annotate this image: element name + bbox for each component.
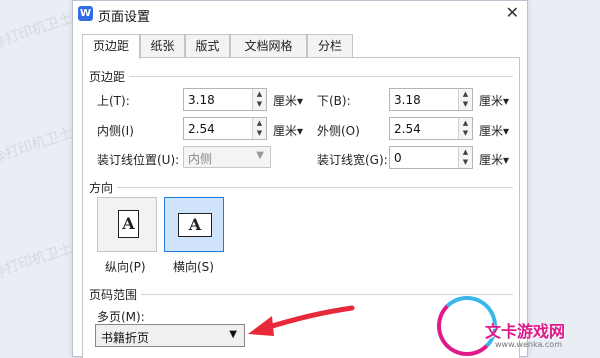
section-title-page-range: 页码范围 (89, 288, 138, 302)
divider (129, 76, 513, 77)
tab-document-grid[interactable]: 文档网格 (230, 34, 307, 58)
landscape-page-icon: A (178, 213, 212, 237)
unit-dropdown[interactable]: 厘米▾ (479, 151, 509, 168)
dialog-title: 页面设置 (98, 10, 151, 25)
top-margin-value: 3.18 (188, 93, 215, 107)
unit-dropdown[interactable]: 厘米▾ (273, 92, 303, 109)
multiple-pages-label: 多页(M): (97, 310, 145, 324)
watermark: @打印机卫士 (0, 240, 75, 282)
portrait-label: 纵向(P) (105, 260, 146, 274)
watermark: @打印机卫士 (0, 125, 75, 167)
wps-writer-icon: W (78, 6, 93, 21)
section-title-margins: 页边距 (89, 70, 126, 84)
chevron-down-icon: ▼ (229, 329, 237, 340)
spin-arrows[interactable]: ▲ ▼ (458, 89, 472, 110)
inner-margin-value: 2.54 (188, 122, 215, 136)
divider (141, 294, 513, 295)
gutter-position-value: 内侧 (188, 152, 213, 166)
gutter-position-select[interactable]: 内侧 ▼ (183, 146, 271, 168)
top-margin-input[interactable]: 3.18 ▲ ▼ (183, 88, 267, 111)
site-logo-url: www.wenka.com (495, 340, 562, 349)
spin-arrows[interactable]: ▲ ▼ (458, 118, 472, 139)
arrow-head (248, 316, 274, 336)
title-bar: W 页面设置 ✕ (73, 1, 527, 27)
portrait-page-icon: A (118, 210, 139, 238)
annotation-arrow-icon (248, 305, 355, 336)
multiple-pages-value: 书籍折页 (101, 331, 150, 345)
inner-margin-input[interactable]: 2.54 ▲ ▼ (183, 117, 267, 140)
gutter-width-input[interactable]: 0 ▲ ▼ (389, 146, 473, 169)
gutter-width-label: 装订线宽(G): (317, 153, 388, 167)
outer-margin-value: 2.54 (394, 122, 421, 136)
outer-margin-input[interactable]: 2.54 ▲ ▼ (389, 117, 473, 140)
bottom-margin-input[interactable]: 3.18 ▲ ▼ (389, 88, 473, 111)
portrait-button[interactable]: A (97, 197, 157, 252)
spin-arrows[interactable]: ▲ ▼ (252, 89, 266, 110)
arrow-shaft (263, 305, 355, 331)
gutter-width-value: 0 (394, 151, 402, 165)
unit-dropdown[interactable]: 厘米▾ (479, 122, 509, 139)
close-icon[interactable]: ✕ (506, 3, 519, 23)
bottom-margin-value: 3.18 (394, 93, 421, 107)
chevron-down-icon: ▼ (256, 150, 264, 161)
tab-margins[interactable]: 页边距 (82, 34, 140, 59)
unit-dropdown[interactable]: 厘米▾ (273, 122, 303, 139)
bottom-margin-label: 下(B): (317, 94, 351, 108)
tab-paper[interactable]: 纸张 (140, 34, 185, 58)
section-title-orientation: 方向 (89, 181, 114, 195)
outer-margin-label: 外侧(O) (317, 124, 360, 138)
gutter-position-label: 装订线位置(U): (97, 153, 180, 167)
tab-layout[interactable]: 版式 (185, 34, 230, 58)
site-logo-text: 文卡游戏网 (485, 322, 566, 341)
landscape-button[interactable]: A (164, 197, 224, 252)
inner-margin-label: 内侧(I) (97, 124, 134, 138)
top-margin-label: 上(T): (97, 94, 130, 108)
unit-dropdown[interactable]: 厘米▾ (479, 92, 509, 109)
landscape-label: 横向(S) (173, 260, 214, 274)
spin-arrows[interactable]: ▲ ▼ (252, 118, 266, 139)
tab-columns[interactable]: 分栏 (307, 34, 353, 58)
multiple-pages-select[interactable]: 书籍折页 ▼ (95, 324, 245, 347)
divider (117, 187, 513, 188)
spin-arrows[interactable]: ▲ ▼ (458, 147, 472, 168)
watermark: @打印机卫士 (0, 10, 75, 52)
